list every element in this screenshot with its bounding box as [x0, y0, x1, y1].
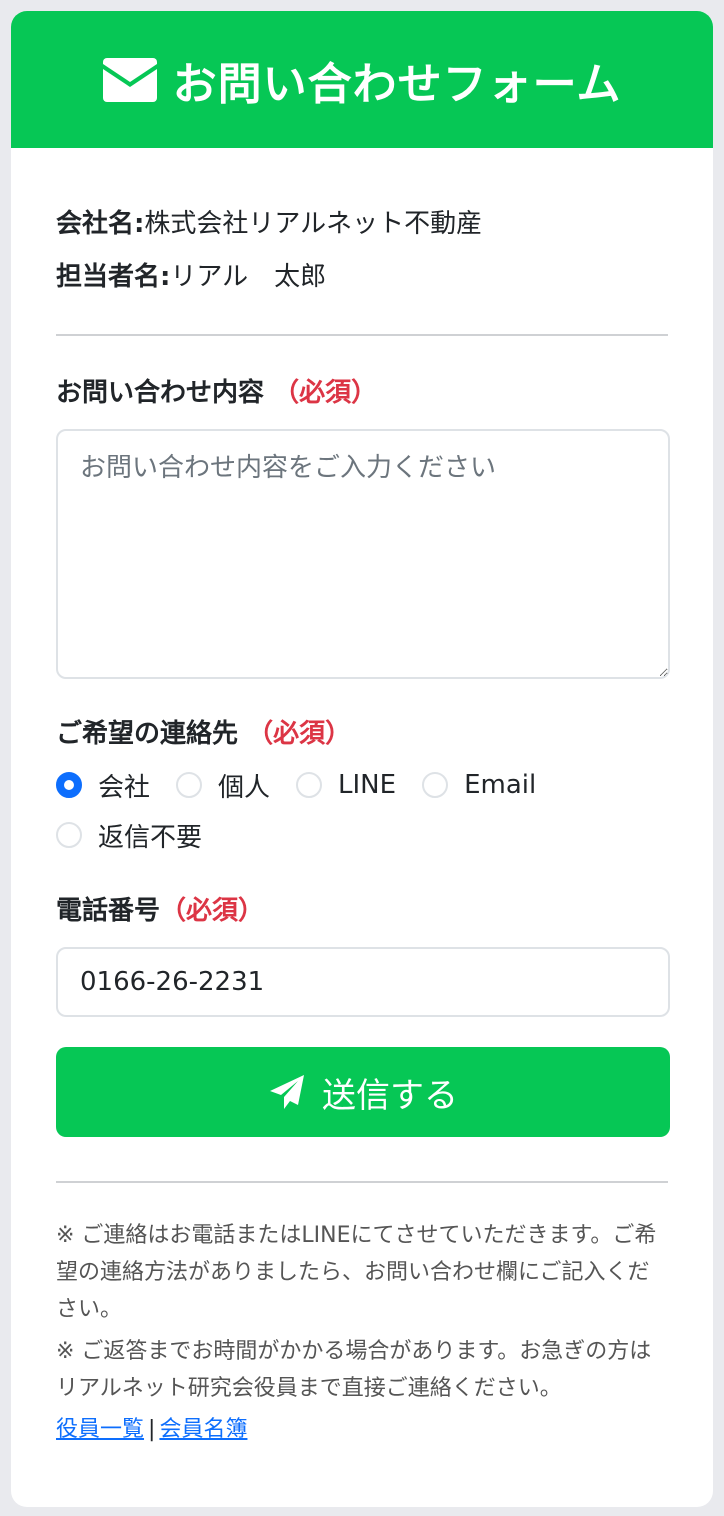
link-separator: |	[148, 1417, 156, 1442]
officers-link[interactable]: 役員一覧	[56, 1417, 144, 1442]
required-badge: （必須）	[160, 896, 265, 926]
radio-company[interactable]: 会社	[56, 760, 150, 810]
radio-label: LINE	[338, 770, 397, 800]
note-contact: ※ ご連絡はお電話またはLINEにてさせていただきます。ご希望の連絡方法がありま…	[56, 1223, 657, 1322]
required-badge: （必須）	[247, 719, 352, 749]
inquiry-textarea[interactable]	[56, 429, 670, 679]
inquiry-form-card: お問い合わせフォーム 会社名:株式会社リアルネット不動産 担当者名:リアル 太郎…	[11, 11, 713, 1507]
person-row: 担当者名:リアル 太郎	[56, 251, 668, 304]
radio-unselected-icon[interactable]	[296, 772, 323, 798]
phone-input[interactable]	[56, 947, 670, 1017]
contact-method-radio-group: 会社 個人 LINE Email 返信不要	[56, 760, 668, 860]
inquiry-label: お問い合わせ内容 （必須）	[56, 372, 668, 409]
contact-info: 会社名:株式会社リアルネット不動産 担当者名:リアル 太郎	[56, 148, 668, 304]
envelope-icon	[102, 57, 173, 102]
radio-personal[interactable]: 個人	[176, 760, 270, 810]
radio-unselected-icon[interactable]	[422, 772, 449, 798]
footer-links: 役員一覧 | 会員名簿	[56, 1412, 668, 1448]
notes: ※ ご連絡はお電話またはLINEにてさせていただきます。ご希望の連絡方法がありま…	[56, 1217, 668, 1407]
form-header: お問い合わせフォーム	[11, 11, 713, 148]
divider	[56, 334, 668, 336]
radio-line[interactable]: LINE	[296, 760, 396, 810]
radio-label: Email	[464, 770, 537, 800]
contact-method-label: ご希望の連絡先 （必須）	[56, 713, 668, 750]
radio-unselected-icon[interactable]	[56, 822, 82, 848]
radio-selected-icon[interactable]	[56, 772, 82, 798]
submit-label: 送信する	[322, 1075, 458, 1116]
radio-label: 会社	[98, 772, 151, 803]
divider	[56, 1181, 668, 1183]
inquiry-label-text: お問い合わせ内容	[56, 378, 265, 408]
company-row: 会社名:株式会社リアルネット不動産	[56, 198, 668, 251]
paper-plane-icon	[268, 1073, 322, 1111]
company-label: 会社名:	[56, 209, 145, 239]
phone-label: 電話番号（必須）	[56, 890, 668, 927]
note-response: ※ ご返答までお時間がかかる場合があります。お急ぎの方はリアルネット研究会役員ま…	[56, 1339, 652, 1401]
phone-label-text: 電話番号	[56, 896, 161, 926]
radio-no-reply[interactable]: 返信不要	[56, 810, 202, 860]
radio-unselected-icon[interactable]	[176, 772, 203, 798]
contact-method-label-text: ご希望の連絡先	[56, 719, 239, 749]
submit-button[interactable]: 送信する	[56, 1047, 670, 1137]
member-directory-link[interactable]: 会員名簿	[159, 1417, 247, 1442]
person-label: 担当者名:	[56, 262, 171, 292]
person-name: リアル 太郎	[170, 262, 327, 292]
radio-label: 個人	[218, 772, 271, 803]
company-name: 株式会社リアルネット不動産	[144, 209, 483, 239]
form-title: お問い合わせフォーム	[172, 58, 622, 110]
radio-email[interactable]: Email	[422, 760, 536, 810]
radio-label: 返信不要	[98, 822, 203, 853]
required-badge: （必須）	[273, 378, 378, 408]
